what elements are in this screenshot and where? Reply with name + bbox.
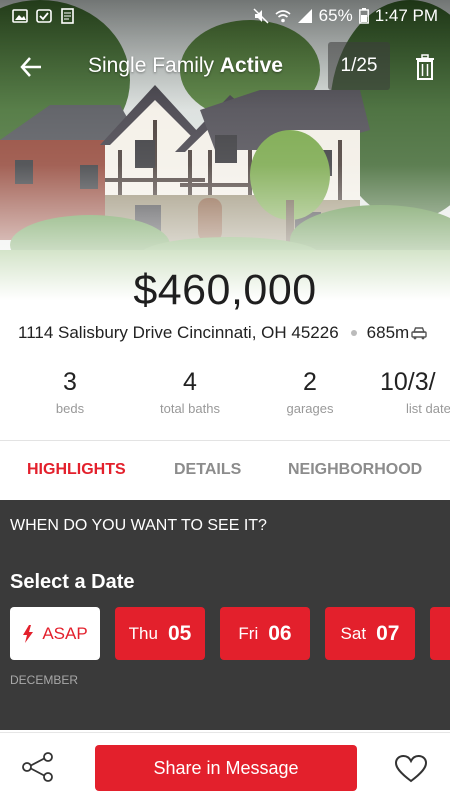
tab-highlights[interactable]: HIGHLIGHTS bbox=[27, 461, 126, 479]
document-icon bbox=[61, 8, 74, 24]
share-button[interactable] bbox=[20, 749, 56, 785]
title-type: Single Family bbox=[88, 54, 215, 77]
stat-label: total baths bbox=[160, 401, 220, 416]
date-day: 06 bbox=[268, 621, 292, 645]
trash-icon bbox=[416, 54, 434, 80]
section-tabs: HIGHLIGHTS DETAILS NEIGHBORHOOD bbox=[0, 440, 450, 500]
distance-value: 685m bbox=[366, 323, 410, 342]
listing-address: 1114 Salisbury Drive Cincinnati, OH 4522… bbox=[18, 323, 339, 342]
schedule-month: DECEMBER bbox=[10, 673, 79, 687]
page-title: Single Family Active bbox=[88, 54, 283, 78]
address-row: 1114 Salisbury Drive Cincinnati, OH 4522… bbox=[18, 320, 440, 346]
property-stats: 3 beds 4 total baths 2 garages 10/3/ lis… bbox=[0, 368, 450, 428]
date-picker[interactable]: ASAP Thu 05 Fri 06 Sat 07 bbox=[10, 607, 450, 661]
schedule-title: Select a Date bbox=[10, 571, 135, 593]
stat-label: beds bbox=[55, 401, 85, 416]
distance: 685m bbox=[367, 323, 428, 343]
stat-baths: 4 total baths bbox=[145, 368, 235, 416]
back-button[interactable] bbox=[14, 50, 48, 84]
stat-list-date: 10/3/ list date bbox=[380, 368, 450, 416]
separator-dot bbox=[350, 330, 357, 336]
stat-value: 4 bbox=[183, 368, 197, 396]
date-weekday: Thu bbox=[128, 623, 158, 643]
date-button-partial[interactable] bbox=[430, 607, 450, 660]
title-status: Active bbox=[219, 54, 283, 77]
stat-label: garages bbox=[286, 401, 334, 416]
delete-button[interactable] bbox=[410, 50, 440, 84]
battery-percent: 65% bbox=[318, 6, 353, 25]
date-button[interactable]: Thu 05 bbox=[115, 607, 205, 660]
favorite-button[interactable] bbox=[393, 751, 429, 787]
heart-icon bbox=[395, 755, 427, 783]
signal-icon bbox=[297, 9, 312, 23]
listing-price: $460,000 bbox=[133, 266, 317, 314]
date-button[interactable]: Fri 06 bbox=[220, 607, 310, 660]
tab-neighborhood[interactable]: NEIGHBORHOOD bbox=[288, 461, 422, 479]
clock: 1:47 PM bbox=[374, 6, 438, 25]
asap-button[interactable]: ASAP bbox=[10, 607, 100, 660]
date-weekday: Fri bbox=[238, 623, 259, 643]
image-icon bbox=[12, 9, 28, 23]
stat-value: 2 bbox=[303, 368, 317, 396]
date-weekday: Sat bbox=[340, 623, 367, 643]
back-arrow-icon bbox=[20, 57, 41, 77]
lightning-icon bbox=[23, 624, 34, 643]
check-square-icon bbox=[36, 9, 52, 23]
photo-counter: 1/25 bbox=[328, 42, 390, 90]
share-in-message-button[interactable]: Share in Message bbox=[95, 745, 357, 791]
stat-label: list date bbox=[406, 401, 450, 416]
car-icon bbox=[411, 327, 427, 340]
stat-beds: 3 beds bbox=[30, 368, 110, 416]
date-day: 07 bbox=[376, 621, 400, 645]
bottom-action-bar: Share in Message bbox=[0, 732, 450, 800]
status-bar: 65% 1:47 PM bbox=[0, 0, 450, 32]
top-bar: Single Family Active 1/25 bbox=[0, 42, 450, 92]
battery-icon bbox=[358, 8, 369, 24]
stat-value: 10/3/ bbox=[380, 368, 436, 396]
schedule-section: WHEN DO YOU WANT TO SEE IT? Select a Dat… bbox=[0, 500, 450, 730]
schedule-question: WHEN DO YOU WANT TO SEE IT? bbox=[10, 517, 267, 534]
asap-label: ASAP bbox=[42, 623, 88, 643]
share-icon bbox=[22, 752, 53, 782]
mute-icon bbox=[253, 8, 269, 24]
stat-garages: 2 garages bbox=[270, 368, 350, 416]
date-button[interactable]: Sat 07 bbox=[325, 607, 415, 660]
stat-value: 3 bbox=[63, 368, 77, 396]
wifi-icon bbox=[275, 10, 291, 23]
tab-details[interactable]: DETAILS bbox=[174, 461, 241, 479]
date-day: 05 bbox=[167, 621, 192, 645]
